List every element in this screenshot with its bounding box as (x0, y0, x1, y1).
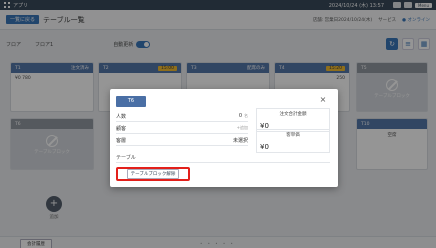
customer-segment-row[interactable]: 客層 未選択 (116, 135, 248, 146)
modal-table-badge: T6 (116, 96, 146, 107)
average-spend-label: 客単価 (286, 133, 300, 138)
row-value: 0 (238, 113, 242, 119)
close-icon[interactable]: × (317, 94, 329, 106)
guest-count-row[interactable]: 人数 0名 (116, 111, 248, 122)
row-label: 人数 (116, 113, 127, 120)
unblock-table-button[interactable]: テーブルブロック解除 (116, 167, 190, 181)
average-spend-value: ¥0 (260, 143, 269, 151)
table-detail-modal: T6 × 人数 0名 顧客 +追加 客層 未選択 注文合計金額 ¥0 客単価 ¥… (110, 89, 338, 187)
row-label: 顧客 (116, 125, 127, 132)
customer-row[interactable]: 顧客 +追加 (116, 123, 248, 134)
table-section-label: テーブル (116, 155, 136, 161)
unblock-table-label: テーブルブロック解除 (126, 169, 180, 179)
divider (116, 162, 330, 163)
row-unit: +追加 (236, 125, 248, 130)
row-unit: 名 (244, 113, 248, 118)
average-spend-box: 客単価 ¥0 (256, 129, 330, 153)
row-label: 客層 (116, 137, 127, 144)
order-total-label: 注文合計金額 (279, 112, 307, 117)
row-value: 未選択 (232, 137, 248, 144)
